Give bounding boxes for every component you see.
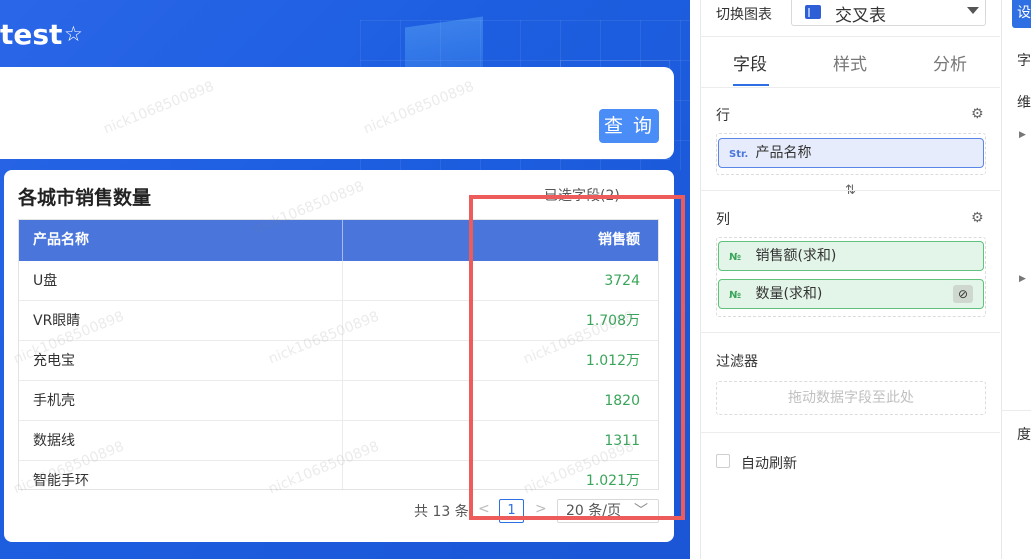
data-panel xyxy=(1001,0,1031,559)
table-icon xyxy=(805,5,821,19)
auto-refresh-checkbox[interactable] xyxy=(716,454,730,468)
number-type-icon: № xyxy=(729,290,742,301)
table-cell-name: 充电宝 xyxy=(19,341,343,380)
row-field-pill[interactable]: Str. 产品名称 xyxy=(718,138,984,168)
star-icon[interactable]: ☆ xyxy=(64,22,88,46)
divider xyxy=(700,36,1000,37)
field-label: 数量(求和) xyxy=(755,286,823,302)
chart-type-value[interactable]: 交叉表 xyxy=(835,1,886,26)
tab-style[interactable]: 样式 xyxy=(833,50,867,75)
measure-label: 度 xyxy=(1017,427,1031,443)
table-cell-name: VR眼睛 xyxy=(19,301,343,340)
field-label: 销售额(求和) xyxy=(755,248,837,264)
dashboard-title: test xyxy=(0,18,63,51)
active-tab-indicator xyxy=(733,84,769,86)
query-button[interactable]: 查 询 xyxy=(599,109,659,143)
divider xyxy=(700,87,1000,88)
divider xyxy=(700,432,1000,433)
divider xyxy=(1001,410,1031,411)
filter-placeholder: 拖动数据字段至此处 xyxy=(788,390,914,406)
data-panel-label: 字 xyxy=(1017,53,1031,69)
field-label: 产品名称 xyxy=(755,145,812,161)
tab-fields[interactable]: 字段 xyxy=(733,50,767,75)
dimension-label: 维 xyxy=(1017,95,1031,111)
column-field-pill[interactable]: № 数量(求和) ⊘ xyxy=(718,279,984,309)
columns-section-label: 列 xyxy=(716,212,730,228)
tab-analysis[interactable]: 分析 xyxy=(933,50,967,75)
settings-icon[interactable]: ⚙ xyxy=(971,211,985,225)
eye-off-icon[interactable]: ⊘ xyxy=(953,285,973,303)
settings-icon[interactable]: ⚙ xyxy=(971,107,985,121)
switch-chart-label: 切换图表 xyxy=(716,7,772,23)
table-cell-name: 数据线 xyxy=(19,421,343,460)
filter-section-label: 过滤器 xyxy=(716,354,758,370)
rows-section-label: 行 xyxy=(716,108,730,124)
number-type-icon: № xyxy=(729,252,742,263)
column-field-pill[interactable]: № 销售额(求和) xyxy=(718,241,984,271)
string-type-icon: Str. xyxy=(729,149,749,160)
query-card xyxy=(0,67,674,159)
pagination-total: 共 13 条 xyxy=(414,504,469,520)
divider xyxy=(700,332,1000,333)
data-panel-button[interactable]: 设 xyxy=(1012,0,1031,28)
expand-arrow-icon[interactable]: ▶ xyxy=(1019,130,1026,140)
column-header-product[interactable]: 产品名称 xyxy=(19,220,343,261)
highlight-annotation-box xyxy=(469,195,685,520)
caret-down-icon[interactable] xyxy=(967,7,979,14)
table-title: 各城市销售数量 xyxy=(18,187,152,209)
table-cell-name: 手机壳 xyxy=(19,381,343,420)
auto-refresh-label[interactable]: 自动刷新 xyxy=(741,453,797,473)
table-cell-name: 智能手环 xyxy=(19,461,343,489)
divider xyxy=(700,190,1000,191)
expand-arrow-icon[interactable]: ▶ xyxy=(1019,274,1026,284)
table-cell-name: U盘 xyxy=(19,261,343,300)
